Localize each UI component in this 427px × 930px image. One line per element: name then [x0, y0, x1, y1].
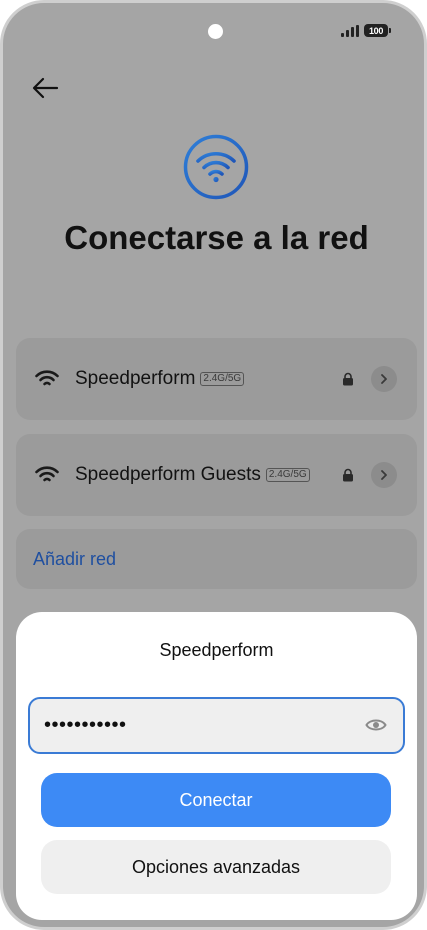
- signal-icon: [341, 24, 359, 37]
- network-details-button[interactable]: [371, 366, 397, 392]
- network-name: Speedperform: [75, 368, 196, 389]
- password-value: •••••••••••: [44, 714, 127, 736]
- add-network-button[interactable]: Añadir red: [16, 529, 417, 589]
- connect-button[interactable]: Conectar: [41, 773, 391, 827]
- chevron-right-icon: [381, 374, 387, 384]
- password-dialog: Speedperform ••••••••••• Conectar Opcion…: [16, 612, 417, 920]
- eye-icon[interactable]: [365, 716, 387, 734]
- wifi-icon: [35, 370, 59, 386]
- band-badge: 2.4G/5G: [200, 372, 245, 386]
- battery-icon: 100: [364, 24, 391, 37]
- band-badge: 2.4G/5G: [265, 468, 310, 482]
- wifi-header-icon: [183, 134, 249, 200]
- status-bar: 100: [341, 24, 391, 37]
- network-item-speedperform-guests[interactable]: Speedperform Guests 2.4G/5G: [16, 434, 417, 516]
- back-arrow-icon: [32, 77, 59, 99]
- network-item-speedperform[interactable]: Speedperform 2.4G/5G: [16, 338, 417, 420]
- camera-cutout: [208, 24, 223, 39]
- lock-icon: [343, 468, 353, 482]
- chevron-right-icon: [381, 470, 387, 480]
- lock-icon: [343, 372, 353, 386]
- battery-level: 100: [368, 25, 384, 36]
- advanced-options-button[interactable]: Opciones avanzadas: [41, 840, 391, 894]
- add-network-label: Añadir red: [33, 548, 117, 569]
- password-field[interactable]: •••••••••••: [28, 697, 405, 754]
- page-title: Conectarse a la red: [64, 219, 369, 256]
- back-button[interactable]: [29, 73, 63, 103]
- network-name: Speedperform Guests: [75, 464, 261, 485]
- wifi-icon: [35, 466, 59, 482]
- dialog-title: Speedperform: [159, 640, 274, 660]
- network-details-button[interactable]: [371, 462, 397, 488]
- phone-screen: 100 Conectarse a la red Speedperform 2.4…: [0, 0, 427, 930]
